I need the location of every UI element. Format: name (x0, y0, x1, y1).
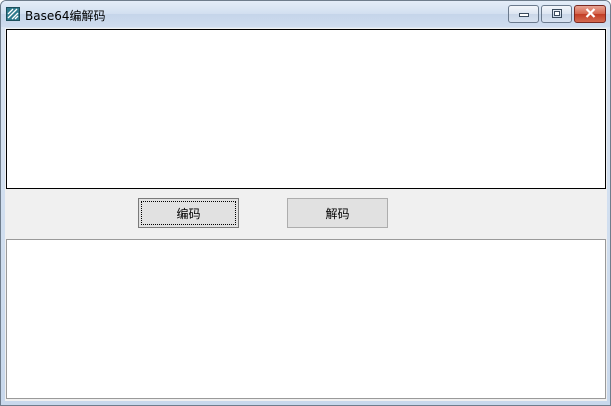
minimize-button[interactable] (508, 5, 539, 23)
app-icon[interactable] (6, 7, 20, 21)
minimize-icon (518, 7, 529, 21)
close-button[interactable] (574, 5, 606, 23)
output-textarea[interactable] (6, 239, 606, 399)
app-window: Base64编解码 编码 解码 (0, 0, 611, 406)
encode-button[interactable]: 编码 (138, 198, 239, 228)
decode-button[interactable]: 解码 (287, 198, 388, 228)
maximize-icon (551, 7, 562, 21)
window-title: Base64编解码 (25, 9, 106, 23)
close-icon (585, 7, 596, 21)
client-area: 编码 解码 (5, 28, 607, 401)
title-bar[interactable]: Base64编解码 (1, 1, 610, 27)
input-textarea[interactable] (6, 29, 606, 189)
maximize-button[interactable] (541, 5, 572, 23)
